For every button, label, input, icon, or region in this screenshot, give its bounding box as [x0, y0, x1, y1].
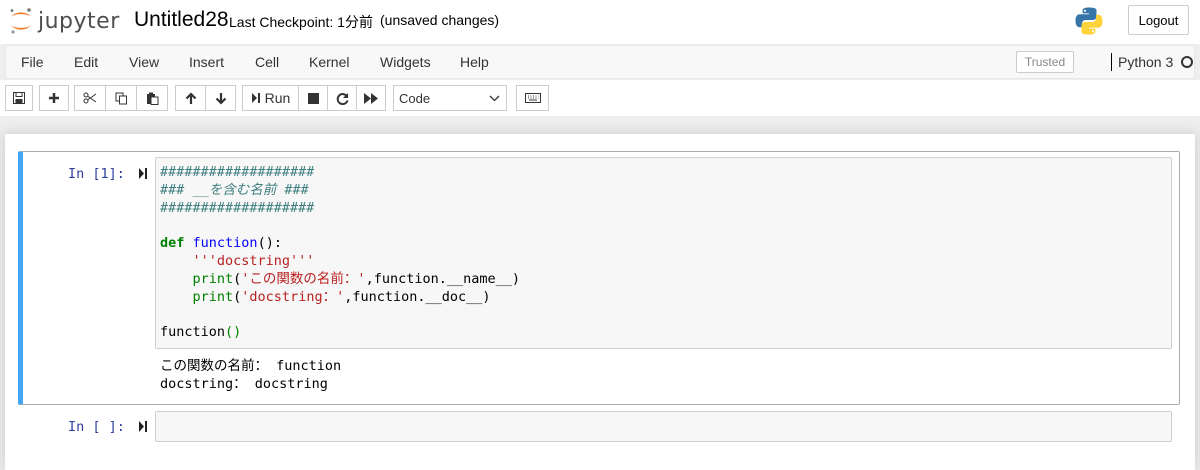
autosave-status: (unsaved changes) — [380, 12, 500, 28]
plus-icon — [49, 93, 59, 103]
menubar: File Edit View Insert Cell Kernel Widget… — [5, 45, 1195, 79]
menu-view[interactable]: View — [129, 54, 159, 70]
jupyter-logo-icon — [10, 8, 31, 34]
menu-file[interactable]: File — [21, 54, 44, 70]
logout-button[interactable]: Logout — [1128, 5, 1189, 35]
code-line-docstring: '''docstring''' — [192, 252, 315, 269]
cell-type-value: Code — [399, 90, 431, 106]
run-cell-icon[interactable] — [138, 420, 148, 433]
menu-insert[interactable]: Insert — [189, 54, 224, 70]
command-palette-button[interactable] — [516, 85, 549, 111]
run-label: Run — [264, 90, 291, 106]
paste-button[interactable] — [136, 85, 168, 111]
run-cell-icon[interactable] — [138, 167, 148, 180]
cut-button[interactable] — [74, 85, 106, 111]
header: jupyter Untitled28 Last Checkpoint: 1分前 … — [0, 0, 1200, 44]
code-line: ################### — [160, 199, 315, 216]
code-line: ### __を含む名前 ### — [160, 181, 309, 198]
cut-icon — [83, 92, 97, 104]
menu-cell[interactable]: Cell — [255, 54, 279, 70]
save-button[interactable] — [5, 85, 33, 111]
output-line: docstring： docstring — [160, 376, 328, 392]
menu-edit[interactable]: Edit — [74, 54, 98, 70]
cell-prompt: In [1]: — [68, 166, 125, 182]
code-line-def: def function(): — [160, 235, 282, 252]
fast-forward-icon — [364, 92, 378, 104]
copy-icon — [115, 92, 127, 104]
logo-text: jupyter — [38, 8, 120, 34]
menu-widgets[interactable]: Widgets — [380, 54, 431, 70]
empty-code-editor[interactable] — [155, 411, 1172, 442]
code-line-print-doc: print('docstring：',function.__doc__) — [192, 288, 491, 305]
chevron-down-icon — [489, 95, 500, 102]
restart-button[interactable] — [327, 85, 357, 111]
run-icon — [251, 93, 260, 103]
trusted-indicator[interactable]: Trusted — [1016, 51, 1074, 73]
cell-type-select[interactable]: Code — [393, 85, 507, 111]
arrow-up-icon — [185, 91, 196, 104]
cell-prompt: In [ ]: — [68, 419, 125, 435]
code-line-print-name: print('この関数の名前：',function.__name__) — [192, 270, 520, 287]
interrupt-button[interactable] — [298, 85, 328, 111]
toolbar: Run Code — [0, 80, 1200, 116]
menu-kernel[interactable]: Kernel — [309, 54, 349, 70]
jupyter-logo[interactable]: jupyter — [8, 6, 120, 36]
python-logo-icon — [1074, 6, 1104, 41]
code-line-call: function() — [160, 324, 242, 341]
code-content[interactable]: ################### ### __を含む名前 ### ####… — [160, 164, 520, 342]
keyboard-icon — [524, 93, 541, 103]
save-icon — [13, 92, 25, 104]
arrow-down-icon — [215, 92, 226, 105]
insert-cell-button[interactable] — [39, 85, 69, 111]
output-line: この関数の名前： function — [160, 358, 342, 374]
restart-run-all-button[interactable] — [356, 85, 386, 111]
restart-icon — [336, 92, 348, 105]
kernel-name: Python 3 — [1118, 54, 1174, 70]
paste-icon — [146, 92, 158, 105]
kernel-separator — [1111, 53, 1112, 71]
code-line: ################### — [160, 164, 315, 180]
copy-button[interactable] — [105, 85, 137, 111]
run-button[interactable]: Run — [242, 85, 299, 111]
checkpoint-status: Last Checkpoint: 1分前 — [229, 14, 373, 30]
cell-output: この関数の名前： function docstring： docstring — [160, 357, 341, 393]
move-down-button[interactable] — [205, 85, 236, 111]
stop-icon — [307, 92, 319, 104]
notebook-name[interactable]: Untitled28 — [134, 8, 229, 32]
menu-help[interactable]: Help — [460, 54, 489, 70]
kernel-idle-icon — [1181, 56, 1193, 68]
move-up-button[interactable] — [175, 85, 206, 111]
